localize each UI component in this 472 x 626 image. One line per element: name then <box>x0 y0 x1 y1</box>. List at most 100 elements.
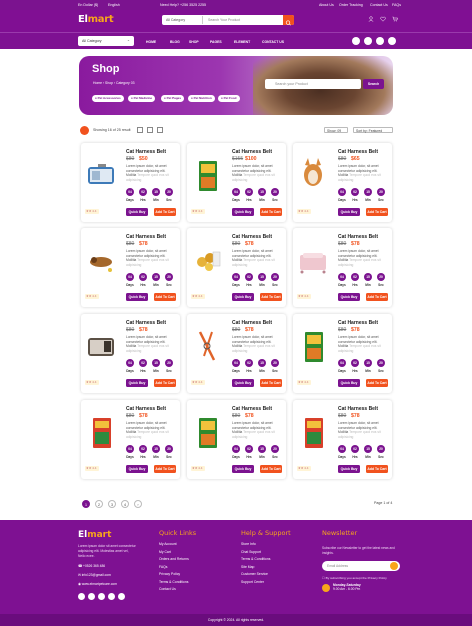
newsletter-email-input[interactable]: Email Address <box>322 561 400 571</box>
add-to-cart-button[interactable]: Add To Cart <box>366 379 388 387</box>
footer-youtube-icon[interactable] <box>118 593 125 600</box>
nav-element[interactable]: ELEMENT <box>234 40 250 44</box>
banner-search-button[interactable]: Search <box>363 79 384 89</box>
product-image-cat-toy[interactable] <box>84 240 118 280</box>
product-image-pet-treats[interactable] <box>190 240 224 280</box>
product-title[interactable]: Cat Harness Belt <box>126 320 166 326</box>
chip-pet-medicine[interactable]: ● Pet Medicine <box>128 95 155 102</box>
footer-link[interactable]: Site Map <box>241 564 291 572</box>
nav-contact[interactable]: CONTACT US <box>262 40 284 44</box>
order-tracking-link[interactable]: Order Tracking <box>339 3 363 7</box>
footer-link[interactable]: Customer Service <box>241 571 291 579</box>
quick-buy-button[interactable]: Quick Buy <box>338 379 360 387</box>
product-card[interactable]: Cat Harness Belt $80 $78 Lorem ipsum dol… <box>81 314 180 393</box>
product-title[interactable]: Cat Harness Belt <box>126 406 166 412</box>
page-3[interactable]: 3 <box>108 500 116 508</box>
add-to-cart-button[interactable]: Add To Cart <box>154 208 176 216</box>
footer-link[interactable]: Terms & Conditions <box>159 579 196 587</box>
product-card[interactable]: Cat Harness Belt $80 $50 Lorem ipsum dol… <box>81 143 180 222</box>
list-view-icon[interactable] <box>147 127 153 133</box>
footer-link[interactable]: Privacy Policy <box>159 571 196 579</box>
currency-select[interactable]: En Dollar ($) <box>78 3 98 7</box>
header-search[interactable]: All Category Search Your Product <box>162 15 294 26</box>
about-link[interactable]: About Us <box>319 3 334 7</box>
add-to-cart-button[interactable]: Add To Cart <box>366 293 388 301</box>
product-image-cat-food-bag[interactable] <box>84 412 118 452</box>
nav-home[interactable]: HOME <box>146 40 156 44</box>
product-image-dog-food-bag[interactable] <box>190 412 224 452</box>
add-to-cart-button[interactable]: Add To Cart <box>366 208 388 216</box>
quick-buy-button[interactable]: Quick Buy <box>126 293 148 301</box>
chip-pet-pages[interactable]: ● Pet Pages <box>161 95 184 102</box>
product-title[interactable]: Cat Harness Belt <box>126 234 166 240</box>
chip-pet-food[interactable]: ● Pet Food <box>218 95 240 102</box>
quick-buy-button[interactable]: Quick Buy <box>126 465 148 473</box>
nav-shop[interactable]: SHOP <box>189 40 199 44</box>
product-card[interactable]: Cat Harness Belt $80 $78 Lorem ipsum dol… <box>81 400 180 479</box>
product-image-pet-carrier-dark[interactable] <box>84 326 118 366</box>
product-title[interactable]: Cat Harness Belt <box>338 406 378 412</box>
next-page-button[interactable]: › <box>134 500 142 508</box>
quick-buy-button[interactable]: Quick Buy <box>126 379 148 387</box>
footer-linkedin-icon[interactable] <box>108 593 115 600</box>
product-card[interactable]: Cat Harness Belt $80 $78 Lorem ipsum dol… <box>187 228 286 307</box>
footer-logo[interactable]: Elmart <box>78 530 111 540</box>
search-button[interactable] <box>283 15 294 26</box>
privacy-checkbox[interactable]: ☐ By subscribing you accept the Privacy … <box>322 576 387 580</box>
product-card[interactable]: Cat Harness Belt $80 $78 Lorem ipsum dol… <box>81 228 180 307</box>
product-image-dog-harness[interactable] <box>190 326 224 366</box>
quick-buy-button[interactable]: Quick Buy <box>232 293 254 301</box>
column-view-icon[interactable] <box>157 127 163 133</box>
quick-buy-button[interactable]: Quick Buy <box>126 208 148 216</box>
product-image-corgi-dog[interactable] <box>296 155 330 195</box>
product-title[interactable]: Cat Harness Belt <box>126 149 166 155</box>
search-input[interactable]: Search Your Product <box>208 18 240 22</box>
subscribe-button[interactable] <box>390 562 398 570</box>
product-title[interactable]: Cat Harness Belt <box>232 149 272 155</box>
logo[interactable]: Elmart <box>78 14 114 25</box>
contact-link[interactable]: Contact Us <box>370 3 388 7</box>
quick-buy-button[interactable]: Quick Buy <box>338 208 360 216</box>
footer-link[interactable]: Terms & Conditions <box>241 556 291 564</box>
faqs-link[interactable]: FAQs <box>392 3 401 7</box>
facebook-icon[interactable] <box>352 37 360 45</box>
product-card[interactable]: Cat Harness Belt $80 $78 Lorem ipsum dol… <box>187 314 286 393</box>
product-card[interactable]: Cat Harness Belt $80 $65 Lorem ipsum dol… <box>293 143 392 222</box>
chip-pet-accessories[interactable]: ● Pet Accessories <box>92 95 124 102</box>
all-category-dropdown[interactable]: All Category ⌄ <box>78 36 134 46</box>
product-title[interactable]: Cat Harness Belt <box>232 320 272 326</box>
instagram-icon[interactable] <box>376 37 384 45</box>
product-card[interactable]: Cat Harness Belt $80 $78 Lorem ipsum dol… <box>293 314 392 393</box>
cart-icon[interactable] <box>392 16 398 22</box>
product-title[interactable]: Cat Harness Belt <box>232 234 272 240</box>
add-to-cart-button[interactable]: Add To Cart <box>260 208 282 216</box>
user-icon[interactable] <box>368 16 374 22</box>
product-card[interactable]: Cat Harness Belt $80 $78 Lorem ipsum dol… <box>293 228 392 307</box>
product-image-pet-bed[interactable] <box>296 240 330 280</box>
footer-email[interactable]: ✉ info123@gmail.com <box>78 573 111 577</box>
product-card[interactable]: Cat Harness Belt $80 $78 Lorem ipsum dol… <box>293 400 392 479</box>
add-to-cart-button[interactable]: Add To Cart <box>154 379 176 387</box>
product-image-dog-food-bag[interactable] <box>190 155 224 195</box>
nav-pages[interactable]: PAGES <box>210 40 222 44</box>
quick-buy-button[interactable]: Quick Buy <box>232 379 254 387</box>
footer-link[interactable]: My Cart <box>159 549 196 557</box>
language-select[interactable]: English <box>108 3 120 7</box>
footer-link[interactable]: Support Center <box>241 579 291 587</box>
footer-link[interactable]: FAQs <box>159 564 196 572</box>
breadcrumb[interactable]: Home › Shop › Category 03 <box>93 81 134 85</box>
page-1[interactable]: 1 <box>82 500 90 508</box>
product-title[interactable]: Cat Harness Belt <box>232 406 272 412</box>
footer-facebook-icon[interactable] <box>78 593 85 600</box>
wishlist-icon[interactable] <box>380 16 386 22</box>
product-image-cat-food-bag[interactable] <box>296 412 330 452</box>
grid-view-icon[interactable] <box>137 127 143 133</box>
footer-instagram-icon[interactable] <box>98 593 105 600</box>
quick-buy-button[interactable]: Quick Buy <box>338 465 360 473</box>
footer-link[interactable]: Store Info <box>241 541 291 549</box>
footer-link[interactable]: Chat Support <box>241 549 291 557</box>
quick-buy-button[interactable]: Quick Buy <box>338 293 360 301</box>
product-image-pet-carrier[interactable] <box>84 155 118 195</box>
footer-link[interactable]: Contact Us <box>159 586 196 594</box>
footer-link[interactable]: My Account <box>159 541 196 549</box>
